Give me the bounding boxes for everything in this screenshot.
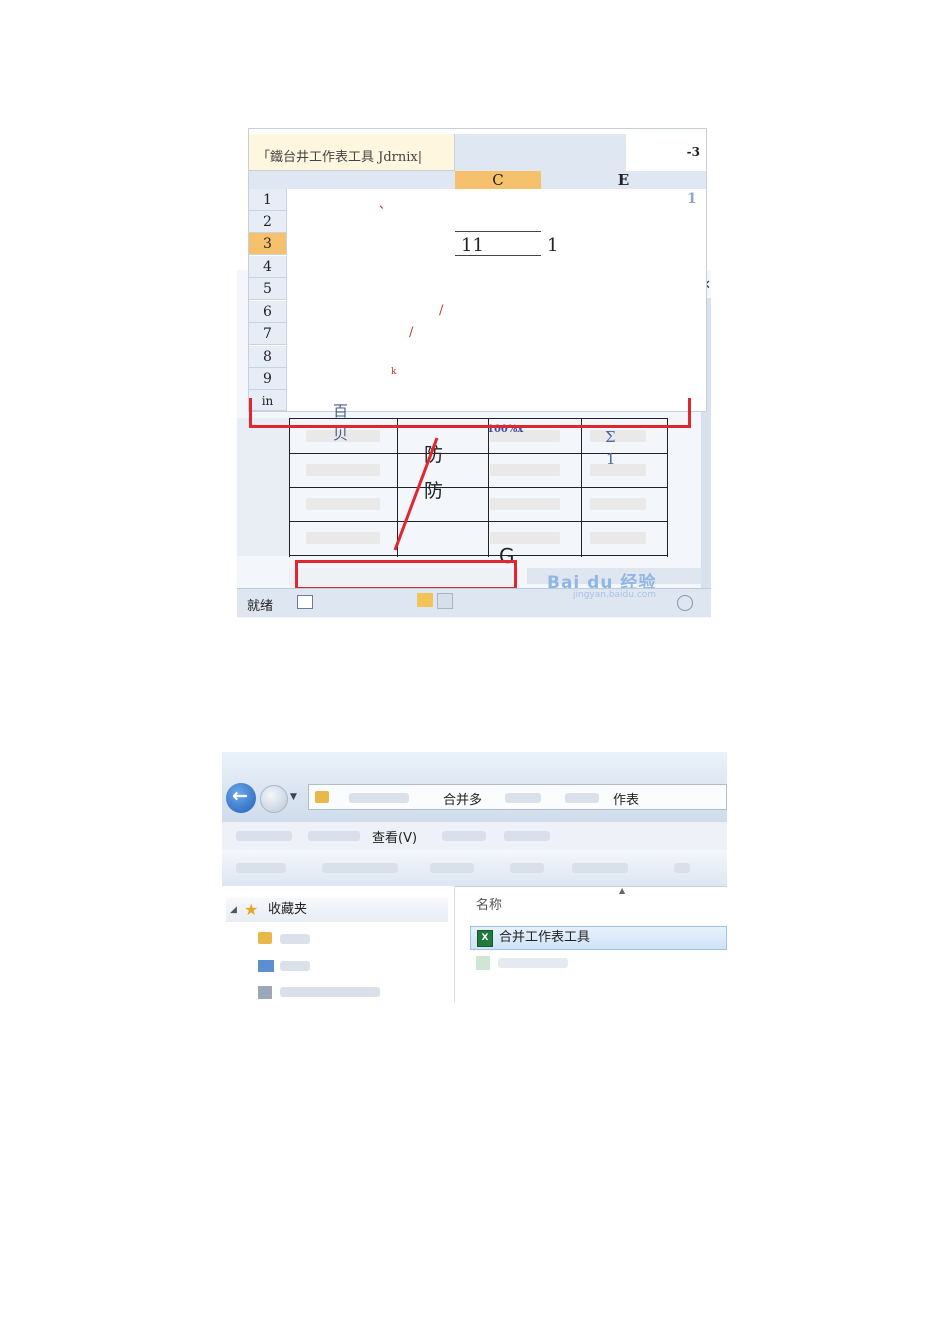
row-header[interactable]: 8	[249, 346, 287, 368]
column-header-e[interactable]: E	[541, 171, 706, 189]
folder-icon	[315, 791, 329, 803]
formula-band	[455, 134, 626, 171]
row-header[interactable]: 5	[249, 278, 287, 300]
sigma-icon[interactable]: Σ	[605, 428, 616, 446]
menu-bar: 查看(V)	[222, 822, 727, 851]
forward-arrow-icon[interactable]	[260, 785, 288, 813]
page-break-view-icon[interactable]	[437, 593, 453, 609]
command-bar	[222, 850, 727, 887]
breadcrumb-tail[interactable]: 作表	[613, 789, 639, 808]
row-header[interactable]: 1	[249, 189, 287, 211]
mark-comma: 、	[379, 197, 392, 211]
row-header[interactable]: 6	[249, 301, 287, 323]
chevron-down-icon[interactable]: ▼	[290, 792, 297, 802]
normal-view-icon[interactable]	[417, 593, 433, 607]
select-all-corner[interactable]	[249, 171, 287, 189]
cell-top-border	[455, 231, 541, 232]
column-header-name[interactable]: 名称	[476, 894, 502, 913]
right-value: 1	[687, 191, 697, 207]
file-list-pane: 名称 ▲ X 合并工作表工具	[454, 886, 727, 1002]
recent-places-icon	[258, 986, 272, 999]
breadcrumb-folder[interactable]: 合并多	[443, 789, 482, 808]
column-header-c[interactable]: C	[455, 171, 541, 189]
foreground-sheet-window: 「鐵台井工作表工具 Jdrnix| -3 C E 1 2 3 4 5 6 7 8…	[248, 128, 707, 412]
page-layout-icon[interactable]	[297, 595, 313, 609]
status-text: 就绪	[247, 599, 274, 614]
highlight-box	[249, 398, 691, 428]
zoom-in-icon[interactable]	[677, 595, 693, 611]
row-header-selected[interactable]: 3	[249, 233, 287, 255]
row-header[interactable]: 4	[249, 256, 287, 278]
sigma-subscript: 1	[606, 450, 616, 468]
explorer-screenshot: ▼ 合并多 作表 查看(V) ◢ ★ 收藏夹	[222, 752, 727, 1002]
pointer-arrow-icon	[393, 437, 439, 551]
row-header[interactable]: 7	[249, 323, 287, 345]
cell-c3[interactable]: 11	[461, 235, 484, 256]
excel-file-icon: X	[477, 930, 493, 947]
excel-file-icon	[476, 956, 490, 970]
background-row-headers	[237, 418, 289, 556]
mark-slash: /	[409, 325, 414, 340]
back-arrow-icon[interactable]	[226, 783, 256, 813]
name-box[interactable]: 「鐵台井工作表工具 Jdrnix|	[249, 134, 455, 171]
row-header[interactable]: 9	[249, 368, 287, 390]
folder-icon	[258, 932, 272, 944]
address-field[interactable]: 合并多 作表	[308, 784, 727, 810]
sort-arrow-icon: ▲	[619, 886, 626, 895]
navigation-pane: ◢ ★ 收藏夹	[222, 886, 455, 1002]
menu-view[interactable]: 查看(V)	[372, 827, 417, 846]
corner-value: -3	[686, 145, 700, 159]
row-header[interactable]: 2	[249, 211, 287, 233]
mark-k: k	[391, 367, 397, 377]
desktop-icon	[258, 960, 274, 972]
mark-slash: /	[439, 303, 444, 318]
star-icon: ★	[244, 900, 259, 919]
highlight-box-tabs	[295, 560, 517, 590]
favorites-label: 收藏夹	[268, 902, 308, 917]
favorites-item[interactable]: ◢ ★ 收藏夹	[226, 898, 448, 922]
file-row-selected[interactable]: X 合并工作表工具	[470, 926, 727, 950]
watermark-url: jingyan.baidu.com	[573, 590, 657, 600]
column-header-blank[interactable]	[287, 171, 455, 189]
address-bar-area: ▼ 合并多 作表	[222, 752, 727, 822]
cell-e3[interactable]: 1	[547, 235, 558, 256]
expand-arrow-icon[interactable]: ◢	[230, 898, 237, 922]
spreadsheet-screenshot: ✕ 防 防 G 100%x Σ 1 「鐵台井工作表工具 Jdrnix| -3 C…	[237, 128, 711, 618]
file-name: 合并工作表工具	[499, 930, 591, 945]
